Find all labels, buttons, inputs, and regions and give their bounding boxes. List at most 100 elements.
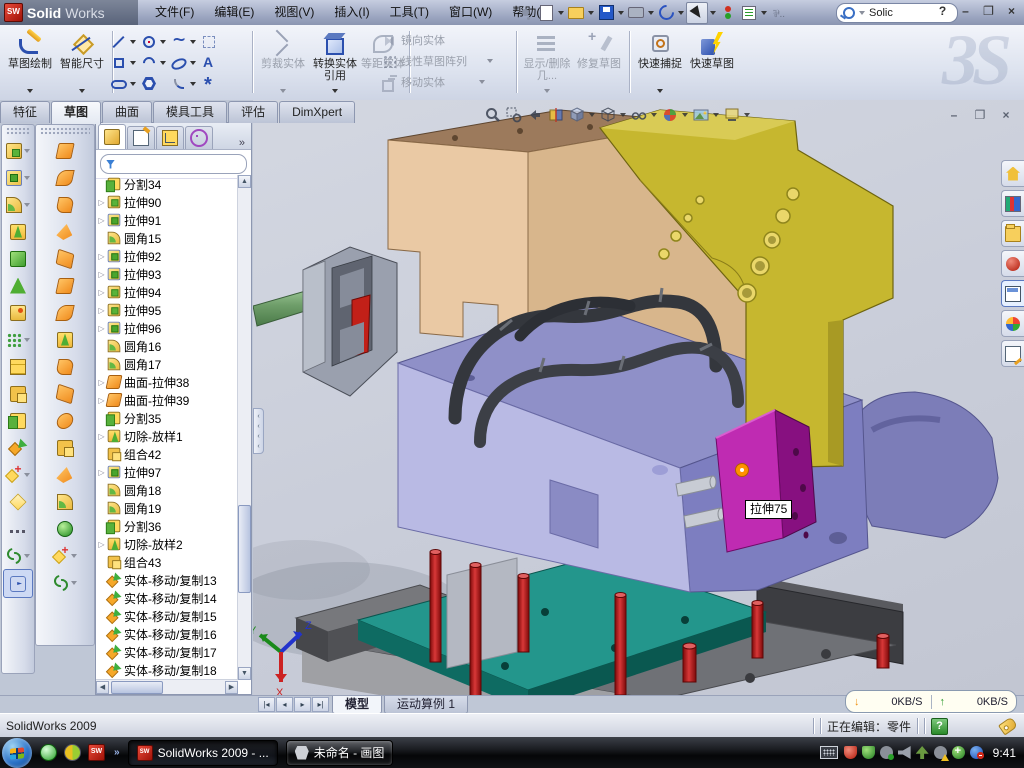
search-dropdown-icon[interactable] xyxy=(859,11,865,15)
tree-filter-input[interactable] xyxy=(100,154,247,174)
tree-item[interactable]: 圆角17 xyxy=(96,355,238,373)
filled-surface-button[interactable] xyxy=(36,299,94,326)
revolved-surface-button[interactable] xyxy=(36,164,94,191)
open-file-button[interactable] xyxy=(566,3,586,23)
arc-dropdown-icon[interactable] xyxy=(160,61,166,65)
quick-tips-icon[interactable]: ? xyxy=(931,718,948,735)
tree-item[interactable]: ▷切除-放样2 xyxy=(96,535,238,553)
tab-模型[interactable]: 模型 xyxy=(332,696,382,714)
tab-运动算例 1[interactable]: 运动算例 1 xyxy=(384,696,468,714)
tree-item[interactable]: 圆角19 xyxy=(96,499,238,517)
sketch-polygon-button[interactable] xyxy=(140,73,170,94)
tab-特征[interactable]: 特征 xyxy=(0,101,50,123)
tab-propertymanager[interactable] xyxy=(127,126,155,149)
convert-dropdown-icon[interactable] xyxy=(332,89,338,93)
ellipse-dropdown-icon[interactable] xyxy=(190,61,196,65)
hide-show-items-button[interactable] xyxy=(629,106,648,124)
rapid-sketch-button[interactable]: 快速草图 xyxy=(686,29,738,95)
toolbox-button[interactable] xyxy=(1001,250,1024,277)
selection-filter-button[interactable]: ⅌.. xyxy=(769,3,789,23)
draft-button[interactable] xyxy=(2,272,34,299)
view-settings-dropdown-icon[interactable] xyxy=(744,113,750,117)
design-library-button[interactable] xyxy=(1001,190,1024,217)
hide-show-items-dropdown-icon[interactable] xyxy=(651,113,657,117)
view-palette-button[interactable] xyxy=(1001,280,1024,307)
plane-button[interactable] xyxy=(2,488,34,515)
tab-草图[interactable]: 草图 xyxy=(51,101,101,124)
undo-button[interactable] xyxy=(656,3,676,23)
split-button[interactable] xyxy=(2,407,34,434)
linear-pattern-button[interactable] xyxy=(2,326,34,353)
apply-scene-button[interactable] xyxy=(691,106,710,124)
options-button[interactable] xyxy=(739,3,759,23)
curve-button[interactable] xyxy=(36,569,94,596)
print-button[interactable] xyxy=(626,3,646,23)
tab-dimxpertmanager[interactable] xyxy=(185,126,213,149)
expand-icon[interactable]: ▷ xyxy=(96,306,107,315)
tree-item[interactable]: ▷拉伸91 xyxy=(96,211,238,229)
sketch-circle-button[interactable] xyxy=(140,31,170,52)
tree-item[interactable]: 实体-移动/复制16 xyxy=(96,625,238,643)
vertical-scroll-thumb[interactable] xyxy=(238,505,251,593)
edit-appearance-button[interactable] xyxy=(660,106,679,124)
tree-item[interactable]: 实体-移动/复制13 xyxy=(96,571,238,589)
pin-button[interactable] xyxy=(515,3,535,23)
menu-item-3[interactable]: 插入(I) xyxy=(324,0,379,25)
extend-surface-button[interactable] xyxy=(36,353,94,380)
lofted-boss-button[interactable] xyxy=(2,245,34,272)
sketch-arc-button[interactable] xyxy=(140,52,170,73)
tab-评估[interactable]: 评估 xyxy=(228,101,278,123)
curve-dropdown-icon[interactable] xyxy=(71,581,77,585)
tree-item[interactable]: 实体-移动/复制17 xyxy=(96,643,238,661)
sketch-pattern-box-button[interactable] xyxy=(200,31,230,52)
thicken-button[interactable] xyxy=(36,434,94,461)
instant3d-button[interactable] xyxy=(3,569,33,598)
view-orientation-button[interactable] xyxy=(567,106,586,124)
file-explorer-button[interactable] xyxy=(1001,220,1024,247)
menu-item-0[interactable]: 文件(F) xyxy=(145,0,204,25)
tab-模具工具[interactable]: 模具工具 xyxy=(153,101,227,123)
hole-wizard-button[interactable] xyxy=(2,299,34,326)
undo-dropdown-icon[interactable] xyxy=(678,11,684,15)
solidworks-quicklaunch-icon[interactable]: SW xyxy=(88,744,105,761)
update-check-icon[interactable] xyxy=(880,746,893,759)
zoom-fit-button[interactable] xyxy=(483,106,502,124)
extruded-boss-button[interactable] xyxy=(2,137,34,164)
graphics-area[interactable]: Y Z X – ❐ × 拉伸75 xyxy=(253,100,1024,695)
scroll-up-icon[interactable]: ▲ xyxy=(238,175,251,188)
menu-item-5[interactable]: 窗口(W) xyxy=(439,0,502,25)
tree-item[interactable]: ▷拉伸97 xyxy=(96,463,238,481)
menu-item-2[interactable]: 视图(V) xyxy=(264,0,324,25)
sketch-point-button[interactable] xyxy=(200,73,230,94)
sketch-dropdown-icon[interactable] xyxy=(27,89,33,93)
network-warning-icon[interactable] xyxy=(934,746,947,759)
tree-item[interactable]: ▷曲面-拉伸39 xyxy=(96,391,238,409)
appearances-scenes-button[interactable] xyxy=(1001,310,1024,337)
taskbar-app-solidworks[interactable]: SW SolidWorks 2009 - ... xyxy=(128,740,278,766)
rib-button[interactable] xyxy=(2,353,34,380)
section-view-button[interactable] xyxy=(546,106,565,124)
knit-surface-button[interactable] xyxy=(36,326,94,353)
circle-dropdown-icon[interactable] xyxy=(160,40,166,44)
planar-surface-button[interactable] xyxy=(36,272,94,299)
scroll-right-icon[interactable]: ▶ xyxy=(225,681,238,694)
fillet-button[interactable] xyxy=(2,191,34,218)
tree-vertical-scrollbar[interactable]: ▲ ▼ xyxy=(237,175,251,680)
display-style-dropdown-icon[interactable] xyxy=(620,113,626,117)
sketch-line-button[interactable] xyxy=(110,31,140,52)
expand-icon[interactable]: ▷ xyxy=(96,288,107,297)
line-dropdown-icon[interactable] xyxy=(130,40,136,44)
curve-dropdown-icon[interactable] xyxy=(24,554,30,558)
sketch-rectangle-button[interactable] xyxy=(110,52,140,73)
save-dropdown-icon[interactable] xyxy=(618,11,624,15)
reference-geometry-button[interactable] xyxy=(36,542,94,569)
expand-icon[interactable]: ▷ xyxy=(96,198,107,207)
volume-icon[interactable] xyxy=(898,746,911,759)
expand-icon[interactable]: ▷ xyxy=(96,252,107,261)
tree-item[interactable]: 圆角16 xyxy=(96,337,238,355)
edit-appearance-dropdown-icon[interactable] xyxy=(682,113,688,117)
language-keyboard-icon[interactable] xyxy=(820,746,838,759)
new-file-button[interactable] xyxy=(536,3,556,23)
doc-close-button[interactable]: × xyxy=(996,108,1016,124)
custom-properties-button[interactable] xyxy=(1001,340,1024,367)
